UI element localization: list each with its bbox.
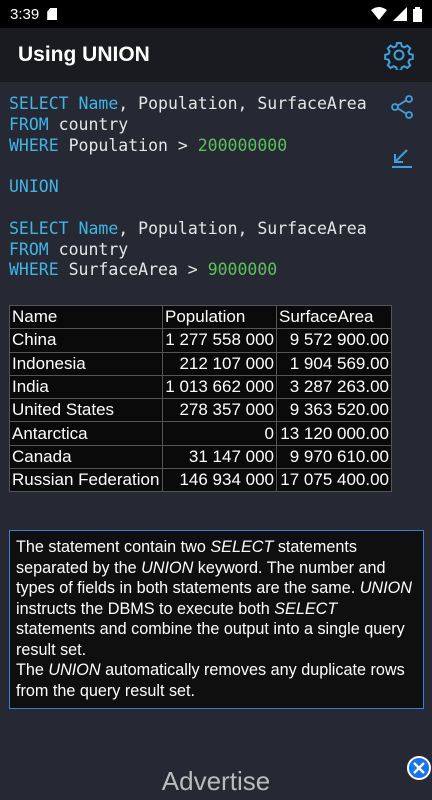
status-time: 3:39: [10, 5, 40, 23]
table-row: Indonesia 212 107 000 1 904 569.00: [9, 351, 392, 376]
cell-surface-area: 9 572 900.00: [276, 328, 392, 353]
table-row: Antarctica 0 13 120 000.00: [9, 421, 392, 446]
advertise-label[interactable]: Advertise: [0, 766, 432, 797]
table-row: India 1 013 662 000 3 287 263.00: [9, 374, 392, 400]
app-bar: Using UNION: [0, 28, 432, 82]
table-header-row: Name Population SurfaceArea: [9, 304, 392, 330]
code-line-4: UNION: [9, 177, 59, 197]
page-title: Using UNION: [18, 43, 150, 66]
sd-card-icon: [47, 8, 58, 20]
code-line-7: WHERE SurfaceArea > 9000000: [9, 260, 278, 280]
cell-name: Russian Federation: [9, 468, 163, 493]
share-icon[interactable]: [389, 94, 415, 120]
sql-code-block: SELECT Name, Population, SurfaceArea FRO…: [9, 94, 409, 281]
status-icons: [371, 6, 422, 22]
table-row: Russian Federation 146 934 000 17 075 40…: [9, 468, 392, 493]
expand-icon[interactable]: [389, 144, 415, 170]
cell-name: India: [9, 374, 163, 400]
column-header: SurfaceArea: [276, 304, 392, 330]
status-bar: 3:39: [0, 0, 432, 28]
cell-population: 31 147 000: [162, 444, 277, 470]
code-line-6: FROM country: [9, 239, 129, 259]
close-icon: [413, 762, 425, 774]
explanation-note: The statement contain two SELECT stateme…: [9, 530, 424, 709]
cell-surface-area: 9 970 610.00: [276, 444, 392, 470]
gear-icon[interactable]: [384, 40, 414, 70]
cell-population: 212 107 000: [162, 351, 277, 376]
code-line-5: SELECT Name, Population, SurfaceArea: [9, 218, 367, 238]
cell-surface-area: 9 363 520.00: [276, 398, 392, 423]
close-ad-button[interactable]: [407, 756, 431, 780]
cell-surface-area: 17 075 400.00: [276, 468, 392, 493]
column-header: Population: [162, 304, 277, 330]
cell-population: 0: [162, 421, 277, 446]
cell-surface-area: 1 904 569.00: [276, 351, 392, 376]
cell-population: 1 277 558 000: [162, 328, 277, 353]
wifi-icon: [371, 7, 387, 20]
signal-icon: [393, 7, 407, 21]
result-table: Name Population SurfaceArea China 1 277 …: [9, 304, 392, 493]
table-row: Canada 31 147 000 9 970 610.00: [9, 444, 392, 470]
cell-name: Antarctica: [9, 421, 163, 446]
cell-name: China: [9, 328, 163, 353]
cell-population: 278 357 000: [162, 398, 277, 423]
code-line-1: SELECT Name, Population, SurfaceArea: [9, 94, 367, 113]
cell-population: 146 934 000: [162, 468, 277, 493]
cell-name: Canada: [9, 444, 163, 470]
cell-name: United States: [9, 398, 163, 423]
code-line-3: WHERE Population > 200000000: [9, 135, 288, 155]
table-row: China 1 277 558 000 9 572 900.00: [9, 328, 392, 353]
cell-name: Indonesia: [9, 351, 163, 376]
cell-population: 1 013 662 000: [162, 374, 277, 400]
battery-icon: [413, 6, 422, 22]
table-row: United States 278 357 000 9 363 520.00: [9, 398, 392, 423]
column-header: Name: [9, 304, 163, 330]
code-line-2: FROM country: [9, 114, 129, 134]
cell-surface-area: 3 287 263.00: [276, 374, 392, 400]
cell-surface-area: 13 120 000.00: [276, 421, 392, 446]
